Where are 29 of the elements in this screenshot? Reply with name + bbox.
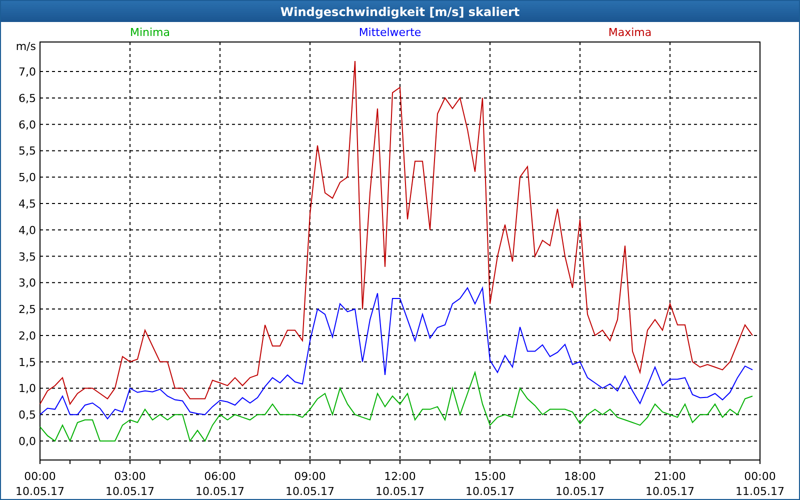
axis-tick-label: 1,5 bbox=[18, 356, 36, 369]
axis-tick-label: 7,0 bbox=[18, 66, 36, 79]
axis-tick-label: 18:00 10.05.17 bbox=[556, 470, 604, 498]
axis-tick-label: 3,0 bbox=[18, 276, 36, 290]
axis-tick-label: 06:00 10.05.17 bbox=[196, 470, 244, 498]
axis-tick-label: 2,0 bbox=[18, 329, 36, 342]
axis-tick-label: 6,0 bbox=[18, 118, 36, 132]
axis-tick-label: 3,5 bbox=[18, 250, 36, 264]
axis-tick-label: 4,5 bbox=[18, 198, 36, 210]
axis-tick-label: 6,5 bbox=[18, 92, 36, 105]
axis-tick-label: 5,5 bbox=[18, 144, 36, 158]
chart-title: Windgeschwindigkeit [m/s] skaliert bbox=[280, 4, 520, 18]
axis-tick-label: 2,5 bbox=[18, 303, 36, 316]
axis-tick-label: 21:00 10.05.17 bbox=[646, 470, 694, 498]
axis-tick-label: 1,0 bbox=[18, 382, 36, 396]
legend-label: Mittelwerte bbox=[358, 26, 422, 39]
legend-label: Maxima bbox=[608, 26, 652, 39]
axis-title: m/s bbox=[16, 40, 36, 53]
axis-tick-label: 0,5 bbox=[18, 408, 36, 422]
axis-tick-label: 00:00 10.05.17 bbox=[16, 470, 64, 498]
axis-tick-label: 4,0 bbox=[18, 224, 36, 237]
axis-tick-label: 12:00 10.05.17 bbox=[376, 470, 424, 498]
axis-tick-label: 03:00 10.05.17 bbox=[106, 470, 154, 498]
axis-tick-label: 15:00 10.05.17 bbox=[466, 470, 514, 498]
axis-tick-label: 0,0 bbox=[18, 435, 36, 448]
legend-label: Minima bbox=[130, 26, 170, 39]
axis-tick-label: 09:00 10.05.17 bbox=[286, 470, 334, 498]
axis-tick-label: 5,0 bbox=[18, 171, 36, 184]
axis-tick-label: 00:00 11.05.17 bbox=[736, 470, 784, 498]
